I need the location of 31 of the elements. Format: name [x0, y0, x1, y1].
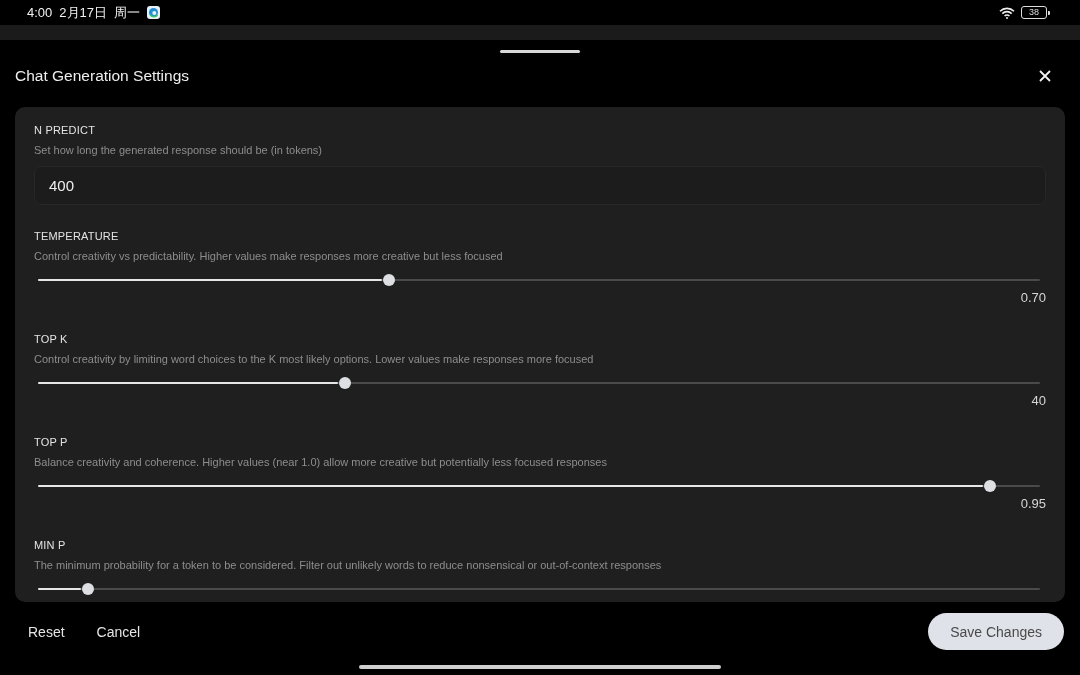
date-text: 2月17日 — [59, 3, 107, 22]
slider-thumb[interactable] — [82, 583, 95, 595]
setting-description: The minimum probability for a token to be considered. Filter out unlikely words to reduce nonsensical or out-of-context responses — [34, 558, 662, 572]
setting-label: TOP P — [34, 435, 68, 449]
text-button[interactable]: Cancel — [82, 617, 155, 646]
setting-description: Control creativity by limiting word choices to the K most likely options. Lower values make responses more focused — [34, 352, 594, 366]
close-icon — [1039, 70, 1051, 82]
slider-value: 40 — [1031, 394, 1046, 408]
setting-label: MIN P — [34, 538, 66, 552]
clock-time: 4:00 — [27, 5, 53, 20]
app-icon[interactable] — [147, 6, 160, 19]
setting-label: N PREDICT — [34, 123, 96, 137]
text-button[interactable]: Reset — [14, 617, 79, 646]
setting-description: Set how long the generated response should be (in tokens) — [34, 143, 323, 157]
drag-handle[interactable] — [500, 50, 580, 53]
slider-thumb[interactable] — [382, 274, 395, 286]
slider-value: 0.95 — [1020, 497, 1046, 511]
setting-label: TEMPERATURE — [34, 229, 119, 243]
setting-description: Balance creativity and coherence. Higher values (near 1.0) allow more creative but potentially less focused responses — [34, 455, 607, 469]
close-button[interactable] — [1037, 68, 1053, 84]
save-button[interactable]: Save Changes — [928, 613, 1064, 650]
slider-thumb[interactable] — [338, 377, 351, 389]
setting-description: Control creativity vs predictability. Higher values make responses more creative but less focused — [34, 249, 503, 263]
battery-indicator: 38 — [1021, 6, 1047, 19]
slider-thumb[interactable] — [983, 480, 996, 492]
number-input[interactable]: 400 — [34, 166, 1046, 205]
slider-value: 0.70 — [1020, 291, 1046, 305]
setting-label: TOP K — [34, 332, 68, 346]
weekday-text: 周一 — [114, 3, 140, 22]
sheet-title: Chat Generation Settings — [15, 67, 190, 85]
wifi-icon — [999, 6, 1015, 19]
